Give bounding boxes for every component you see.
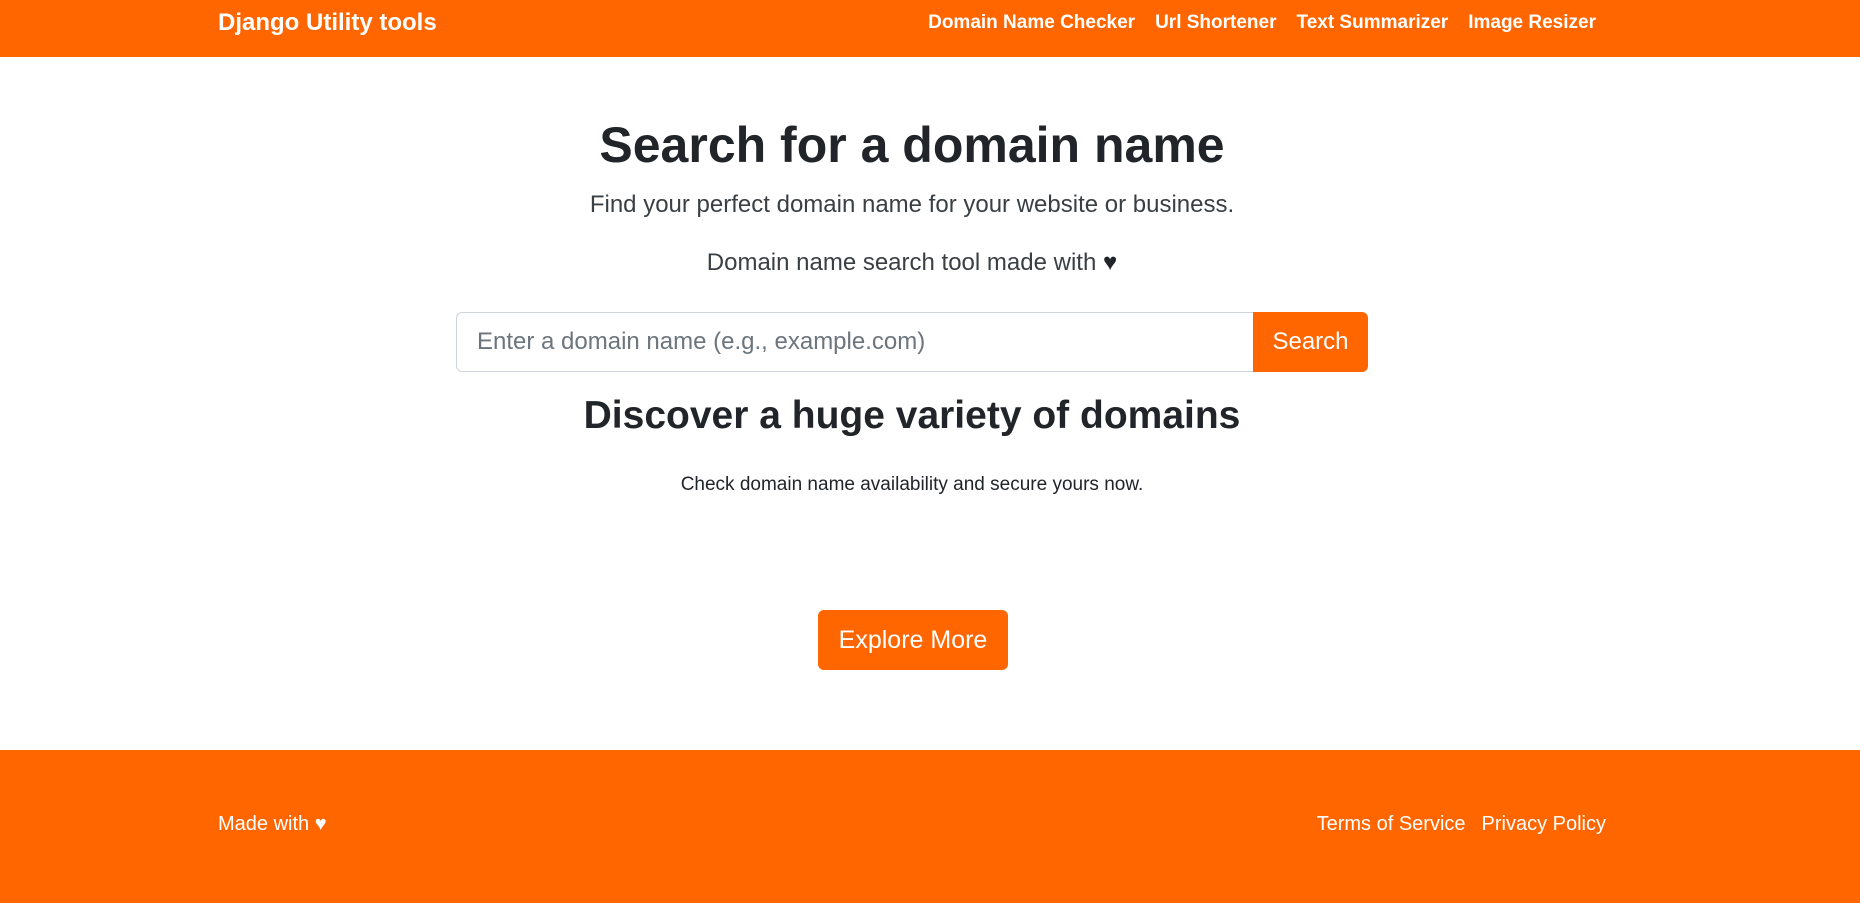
brand-link[interactable]: Django Utility tools xyxy=(218,9,437,37)
terms-of-service-link[interactable]: Terms of Service xyxy=(1317,813,1466,836)
made-with-text: Domain name search tool made with xyxy=(706,249,1097,276)
made-with-line: Domain name search tool made with ♥ xyxy=(0,249,1824,277)
discover-text: Check domain name availability and secur… xyxy=(680,474,1144,495)
footer-made-with: Made with ♥ xyxy=(218,813,327,836)
navbar: Django Utility tools Domain Name Checker… xyxy=(0,0,1860,57)
heart-icon: ♥ xyxy=(314,813,327,835)
nav-link-image-resizer[interactable]: Image Resizer xyxy=(1468,12,1596,34)
nav-link-url-shortener[interactable]: Url Shortener xyxy=(1155,12,1276,34)
heart-icon: ♥ xyxy=(1102,249,1118,276)
nav-link-domain-name-checker[interactable]: Domain Name Checker xyxy=(928,12,1135,34)
footer-links: Terms of Service Privacy Policy xyxy=(1317,813,1606,836)
page-title: Search for a domain name xyxy=(599,117,1225,173)
nav-links: Domain Name Checker Url Shortener Text S… xyxy=(928,12,1596,34)
footer: Made with ♥ Terms of Service Privacy Pol… xyxy=(0,750,1860,903)
footer-made-with-text: Made with xyxy=(218,813,310,835)
domain-search-form: Search xyxy=(456,312,1368,372)
domain-search-input[interactable] xyxy=(456,312,1253,372)
explore-more-button[interactable]: Explore More xyxy=(818,610,1008,670)
privacy-policy-link[interactable]: Privacy Policy xyxy=(1482,813,1606,836)
hero-subtitle: Find your perfect domain name for your w… xyxy=(589,191,1235,218)
nav-link-text-summarizer[interactable]: Text Summarizer xyxy=(1297,12,1449,34)
discover-title: Discover a huge variety of domains xyxy=(583,394,1241,437)
search-button[interactable]: Search xyxy=(1253,312,1368,372)
